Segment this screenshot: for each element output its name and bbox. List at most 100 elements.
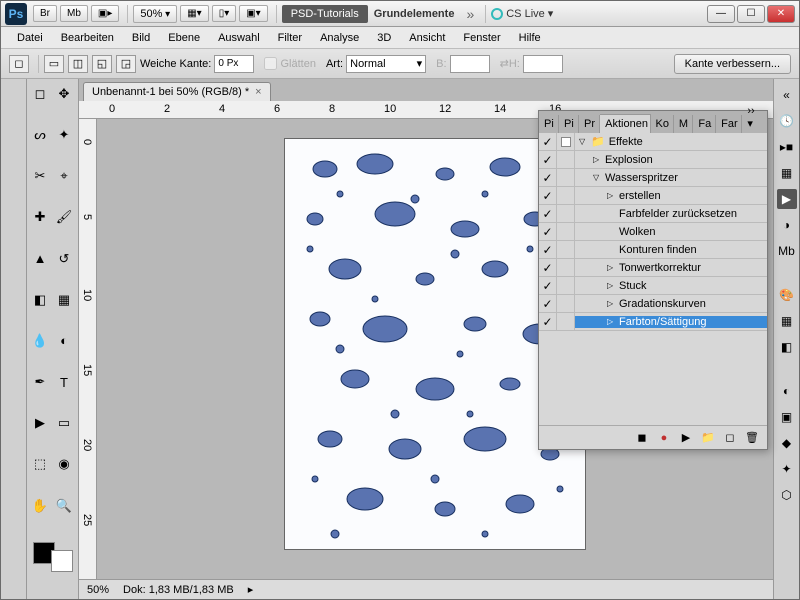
crop-tool[interactable]: ✂ (29, 165, 51, 187)
action-dialog-toggle[interactable] (557, 151, 575, 169)
sel-intersect-icon[interactable]: ◲ (116, 55, 136, 73)
bridge-button[interactable]: Br (33, 5, 57, 22)
zoom-select[interactable]: 50% ▾ (133, 5, 177, 23)
action-label[interactable]: ▷Stuck (575, 280, 767, 292)
arrange-button[interactable]: ▯▾ (212, 5, 237, 22)
color-swatches[interactable] (33, 542, 73, 572)
marquee-tool[interactable]: ◻ (29, 83, 51, 105)
action-dialog-toggle[interactable] (557, 205, 575, 223)
action-label[interactable]: ▷Explosion (575, 154, 767, 166)
actions-panel-icon[interactable]: ▸■ (777, 137, 797, 157)
action-label[interactable]: ▽📁Effekte (575, 135, 767, 148)
type-tool[interactable]: T (53, 371, 75, 393)
action-row[interactable]: ✓ ▷Stuck (539, 277, 767, 295)
menu-ebene[interactable]: Ebene (160, 30, 208, 46)
action-row[interactable]: ✓▷Farbton/Sättigung (539, 313, 767, 331)
action-label[interactable]: ▷erstellen (575, 190, 767, 202)
swatches-panel-icon[interactable]: ▦ (777, 311, 797, 331)
action-dialog-toggle[interactable] (557, 133, 575, 151)
marquee-tool-icon[interactable]: ◻ (9, 55, 29, 73)
action-toggle-check[interactable]: ✓ (539, 133, 557, 151)
disclosure-triangle-icon[interactable]: ▽ (579, 137, 587, 146)
action-dialog-toggle[interactable] (557, 187, 575, 205)
disclosure-triangle-icon[interactable]: ▷ (607, 281, 615, 290)
minibridge-icon[interactable]: Mb (777, 241, 797, 261)
dodge-tool[interactable]: ◐ (53, 330, 75, 352)
panel-tab-6[interactable]: Fa (693, 115, 716, 133)
lasso-tool[interactable]: ᔕ (29, 124, 51, 146)
play-panel-icon[interactable]: ▶ (777, 189, 797, 209)
maximize-button[interactable]: ☐ (737, 5, 765, 23)
type-dropdown[interactable]: Normal▾ (346, 55, 426, 73)
action-row[interactable]: ✓ ▷Gradationskurven (539, 295, 767, 313)
healing-tool[interactable]: ✚ (29, 206, 51, 228)
action-toggle-check[interactable]: ✓ (539, 205, 557, 223)
action-toggle-check[interactable]: ✓ (539, 259, 557, 277)
action-toggle-check[interactable]: ✓ (539, 241, 557, 259)
menu-ansicht[interactable]: Ansicht (401, 30, 453, 46)
status-zoom[interactable]: 50% (87, 584, 109, 596)
sel-sub-icon[interactable]: ◱ (92, 55, 112, 73)
disclosure-triangle-icon[interactable]: ▷ (593, 155, 601, 164)
action-toggle-check[interactable]: ✓ (539, 295, 557, 313)
action-row[interactable]: ✓ ▽📁Effekte (539, 133, 767, 151)
sel-add-icon[interactable]: ◫ (68, 55, 88, 73)
action-row[interactable]: ✓Wolken (539, 223, 767, 241)
adjustments-panel-icon[interactable]: ◑ (777, 215, 797, 235)
panel-tab-3[interactable]: Aktionen (600, 114, 650, 133)
panel-tab-0[interactable]: Pi (539, 115, 559, 133)
menu-hilfe[interactable]: Hilfe (511, 30, 549, 46)
record-icon[interactable]: ● (657, 431, 671, 445)
color-panel-icon[interactable]: 🎨 (777, 285, 797, 305)
close-tab-icon[interactable]: × (255, 86, 261, 98)
status-docsize[interactable]: Dok: 1,83 MB/1,83 MB (123, 584, 234, 596)
menu-auswahl[interactable]: Auswahl (210, 30, 268, 46)
action-dialog-toggle[interactable] (557, 313, 575, 331)
workspace-label[interactable]: Grundelemente (374, 8, 455, 20)
menu-bild[interactable]: Bild (124, 30, 158, 46)
action-dialog-toggle[interactable] (557, 241, 575, 259)
panel-tab-4[interactable]: Ko (651, 115, 674, 133)
gradient-tool[interactable]: ▦ (53, 289, 75, 311)
action-dialog-toggle[interactable] (557, 295, 575, 313)
action-toggle-check[interactable]: ✓ (539, 223, 557, 241)
play-icon[interactable]: ▶ (679, 431, 693, 445)
action-row[interactable]: ✓▷Tonwertkorrektur (539, 259, 767, 277)
screen-mode-button[interactable]: ▣▾ (239, 5, 267, 22)
action-toggle-check[interactable]: ✓ (539, 313, 557, 331)
photoshop-icon[interactable]: Ps (5, 3, 27, 25)
view-extras-button[interactable]: ▦▾ (180, 5, 208, 22)
soft-edge-field[interactable]: 0 Px (214, 55, 254, 73)
action-row[interactable]: ✓Farbfelder zurücksetzen (539, 205, 767, 223)
cs-live-button[interactable]: CS Live ▾ (491, 7, 553, 20)
panel-tab-7[interactable]: Far (716, 115, 742, 133)
brush-tool[interactable]: 🖌 (53, 206, 75, 228)
menu-analyse[interactable]: Analyse (312, 30, 367, 46)
action-label[interactable]: Konturen finden (575, 244, 767, 256)
action-row[interactable]: ✓▷erstellen (539, 187, 767, 205)
disclosure-triangle-icon[interactable]: ▷ (607, 317, 615, 326)
move-tool[interactable]: ✥ (53, 83, 75, 105)
sel-new-icon[interactable]: ▭ (44, 55, 64, 73)
3d-tool[interactable]: ⬚ (29, 453, 51, 475)
action-toggle-check[interactable]: ✓ (539, 277, 557, 295)
pen-tool[interactable]: ✒ (29, 371, 51, 393)
paths2-panel-icon[interactable]: ⬡ (777, 485, 797, 505)
hand-tool[interactable]: ✋ (29, 495, 51, 517)
action-label[interactable]: ▷Gradationskurven (575, 298, 767, 310)
menu-bearbeiten[interactable]: Bearbeiten (53, 30, 122, 46)
action-dialog-toggle[interactable] (557, 223, 575, 241)
menu-3d[interactable]: 3D (369, 30, 399, 46)
document-tab[interactable]: Unbenannt-1 bei 50% (RGB/8) * × (83, 82, 271, 101)
zoom-tool[interactable]: 🔍 (53, 495, 75, 517)
action-row[interactable]: ✓▷Explosion (539, 151, 767, 169)
history-panel-icon[interactable]: 🕓 (777, 111, 797, 131)
stamp-tool[interactable]: ▲ (29, 248, 51, 270)
action-dialog-toggle[interactable] (557, 259, 575, 277)
magic-wand-tool[interactable]: ✦ (53, 124, 75, 146)
dock-expand-icon[interactable]: « (777, 85, 797, 105)
panel-tab-5[interactable]: M (674, 115, 693, 133)
action-row[interactable]: ✓▽Wasserspritzer (539, 169, 767, 187)
layercomps-panel-icon[interactable]: ▣ (777, 407, 797, 427)
3d-camera-tool[interactable]: ◉ (53, 453, 75, 475)
